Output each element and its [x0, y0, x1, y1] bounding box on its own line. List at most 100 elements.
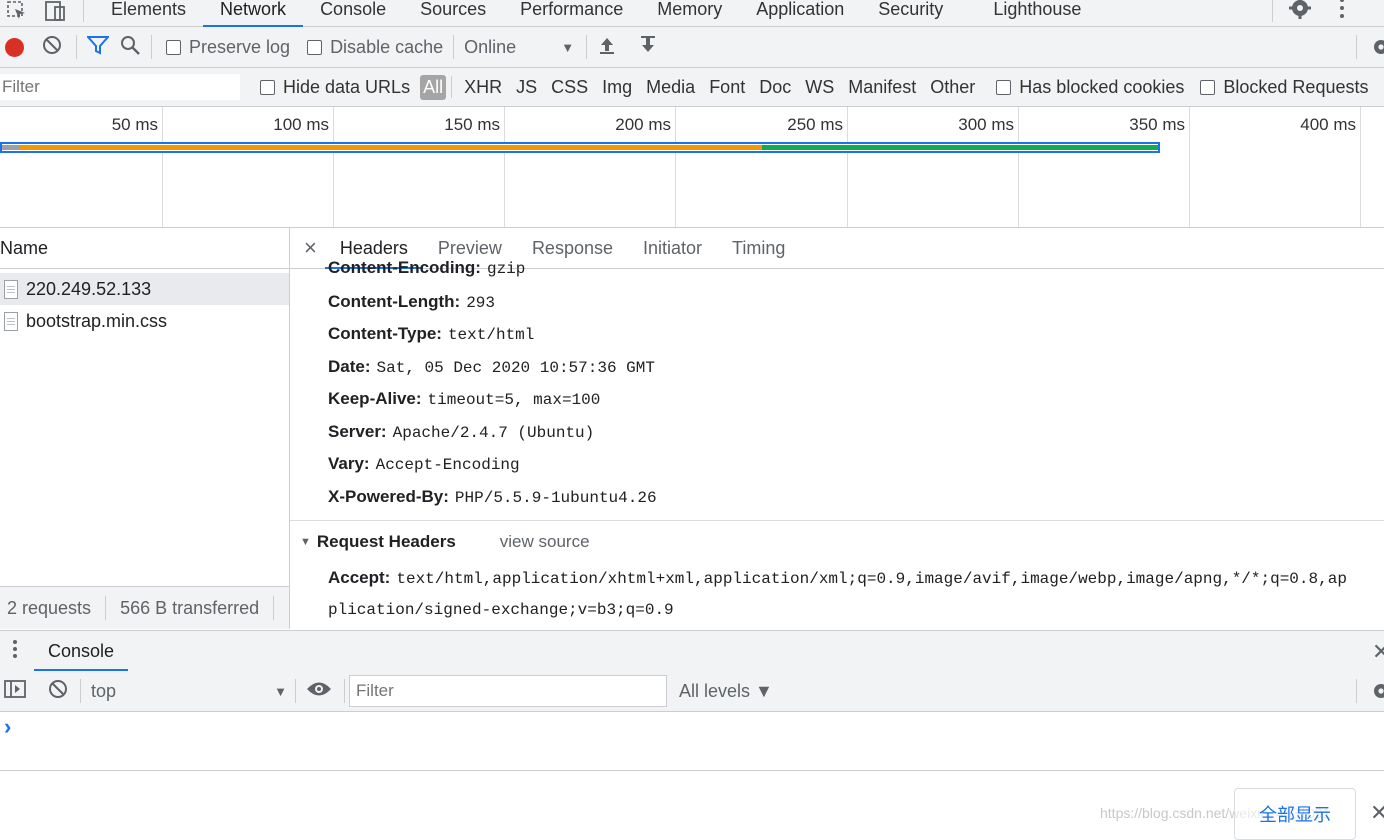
header-value: 293 [466, 294, 495, 312]
header-name: Vary: [328, 454, 370, 473]
checkbox-box[interactable] [260, 79, 275, 95]
request-row[interactable]: 220.249.52.133 [0, 273, 289, 305]
import-har-icon[interactable] [597, 35, 617, 60]
disable-cache-label: Disable cache [330, 36, 444, 57]
timeline-tick-label: 300 ms [958, 115, 1014, 134]
console-filter-input[interactable] [349, 675, 667, 707]
inspect-element-icon[interactable] [6, 0, 28, 27]
console-output[interactable]: › [0, 712, 1384, 771]
clear-console-icon[interactable] [48, 679, 68, 704]
device-toolbar-icon[interactable] [44, 0, 68, 27]
type-filter-js[interactable]: JS [509, 77, 544, 98]
timeline-tick-label: 50 ms [111, 115, 158, 134]
header-value: Apache/2.4.7 (Ubuntu) [392, 424, 595, 442]
preserve-log-label: Preserve log [189, 36, 291, 57]
checkbox-box[interactable] [307, 39, 323, 55]
filter-bar: Hide data URLs All XHR JS CSS Img Media … [0, 68, 1384, 107]
type-filter-font[interactable]: Font [702, 77, 752, 98]
checkbox-box[interactable] [1200, 79, 1216, 95]
view-source-link[interactable]: view source [500, 532, 590, 552]
header-row: Accept: text/html,application/xhtml+xml,a… [328, 568, 1347, 588]
request-details-panel: × Headers Preview Response Initiator Tim… [290, 228, 1384, 629]
console-prompt[interactable]: › [4, 714, 11, 740]
checkbox-box[interactable] [996, 79, 1012, 95]
filter-input[interactable] [0, 74, 240, 100]
devtools-tab-bar: Elements Network Console Sources Perform… [0, 0, 1384, 27]
throttling-select[interactable]: Online ▼ [464, 37, 574, 58]
more-options-icon[interactable] [1335, 0, 1349, 25]
timeline-tick-label: 350 ms [1129, 115, 1185, 134]
timeline-gridline [1189, 107, 1190, 227]
tab-application[interactable]: Application [739, 0, 861, 26]
network-settings-gear-icon[interactable] [1370, 36, 1384, 63]
document-icon [4, 311, 18, 331]
header-row: Content-Type: text/html [328, 324, 534, 344]
type-filter-ws[interactable]: WS [798, 77, 841, 98]
type-filter-xhr[interactable]: XHR [457, 77, 509, 98]
timeline-tick-label: 250 ms [787, 115, 843, 134]
checkbox-box[interactable] [166, 39, 181, 55]
filter-icon[interactable] [85, 35, 111, 60]
sidebar-toggle-icon[interactable] [4, 679, 26, 704]
request-waterfall-bar[interactable] [0, 142, 1160, 153]
close-drawer-icon[interactable]: ✕ [1372, 639, 1384, 665]
drawer-menu-icon[interactable] [9, 638, 21, 665]
request-headers-section[interactable]: ▼ Request Headers view source [300, 532, 590, 552]
header-name: Date: [328, 357, 371, 376]
tab-console[interactable]: Console [303, 0, 403, 26]
timeline-overview[interactable]: 50 ms 100 ms 150 ms 200 ms 250 ms 300 ms… [0, 107, 1384, 228]
name-column-header[interactable]: Name [0, 228, 289, 269]
chevron-down-icon: ▼ [274, 683, 287, 699]
context-value: top [91, 680, 117, 701]
timeline-gridline [333, 107, 334, 227]
tab-initiator[interactable]: Initiator [628, 228, 717, 268]
header-value-continuation: plication/signed-exchange;v=b3;q=0.9 [328, 599, 674, 619]
live-expression-eye-icon[interactable] [306, 680, 332, 703]
type-filter-media[interactable]: Media [639, 77, 702, 98]
tab-lighthouse[interactable]: Lighthouse [976, 0, 1098, 26]
document-icon [4, 279, 18, 299]
type-filter-css[interactable]: CSS [544, 77, 595, 98]
context-select[interactable]: top ▼ [91, 681, 287, 702]
header-name: Server: [328, 422, 387, 441]
preserve-log-checkbox[interactable]: Preserve log [166, 37, 290, 58]
search-icon[interactable] [119, 34, 141, 61]
tab-elements[interactable]: Elements [94, 0, 203, 26]
tab-response[interactable]: Response [517, 228, 628, 268]
timeline-tick-label: 200 ms [615, 115, 671, 134]
has-blocked-cookies-checkbox[interactable]: Has blocked cookies [996, 77, 1184, 98]
close-details-icon[interactable]: × [304, 235, 317, 261]
hide-data-urls-checkbox[interactable]: Hide data URLs [260, 77, 410, 98]
type-filter-manifest[interactable]: Manifest [841, 77, 923, 98]
request-count: 2 requests [7, 597, 92, 618]
close-download-bar-icon[interactable]: ✕ [1370, 800, 1384, 826]
blocked-requests-checkbox[interactable]: Blocked Requests [1200, 77, 1368, 98]
header-value: text/html [447, 326, 535, 344]
type-filter-other[interactable]: Other [923, 77, 982, 98]
chevron-down-icon: ▼ [561, 39, 575, 55]
record-icon[interactable] [5, 37, 24, 57]
header-row: X-Powered-By: PHP/5.5.9-1ubuntu4.26 [328, 487, 657, 507]
tab-security[interactable]: Security [861, 0, 960, 26]
tab-timing[interactable]: Timing [717, 228, 800, 268]
type-filter-img[interactable]: Img [595, 77, 639, 98]
show-all-button[interactable]: 全部显示 [1234, 788, 1356, 840]
tab-memory[interactable]: Memory [640, 0, 739, 26]
queue-segment [2, 145, 20, 150]
clear-icon[interactable] [42, 35, 62, 60]
request-row[interactable]: bootstrap.min.css [0, 305, 289, 337]
tab-sources[interactable]: Sources [403, 0, 503, 26]
tab-performance[interactable]: Performance [503, 0, 640, 26]
tab-network[interactable]: Network [203, 0, 304, 27]
type-filter-doc[interactable]: Doc [752, 77, 798, 98]
type-filter-all[interactable]: All [420, 74, 447, 100]
blocked-requests-label: Blocked Requests [1223, 76, 1369, 97]
export-har-icon[interactable] [638, 35, 658, 60]
console-settings-gear-icon[interactable] [1370, 680, 1384, 707]
settings-gear-icon[interactable] [1288, 0, 1312, 25]
drawer-tab-console[interactable]: Console [34, 631, 129, 671]
log-levels-select[interactable]: All levels ▼ [679, 681, 773, 702]
header-value: timeout=5, max=100 [427, 391, 601, 409]
disable-cache-checkbox[interactable]: Disable cache [307, 37, 443, 58]
has-blocked-cookies-label: Has blocked cookies [1019, 76, 1185, 97]
